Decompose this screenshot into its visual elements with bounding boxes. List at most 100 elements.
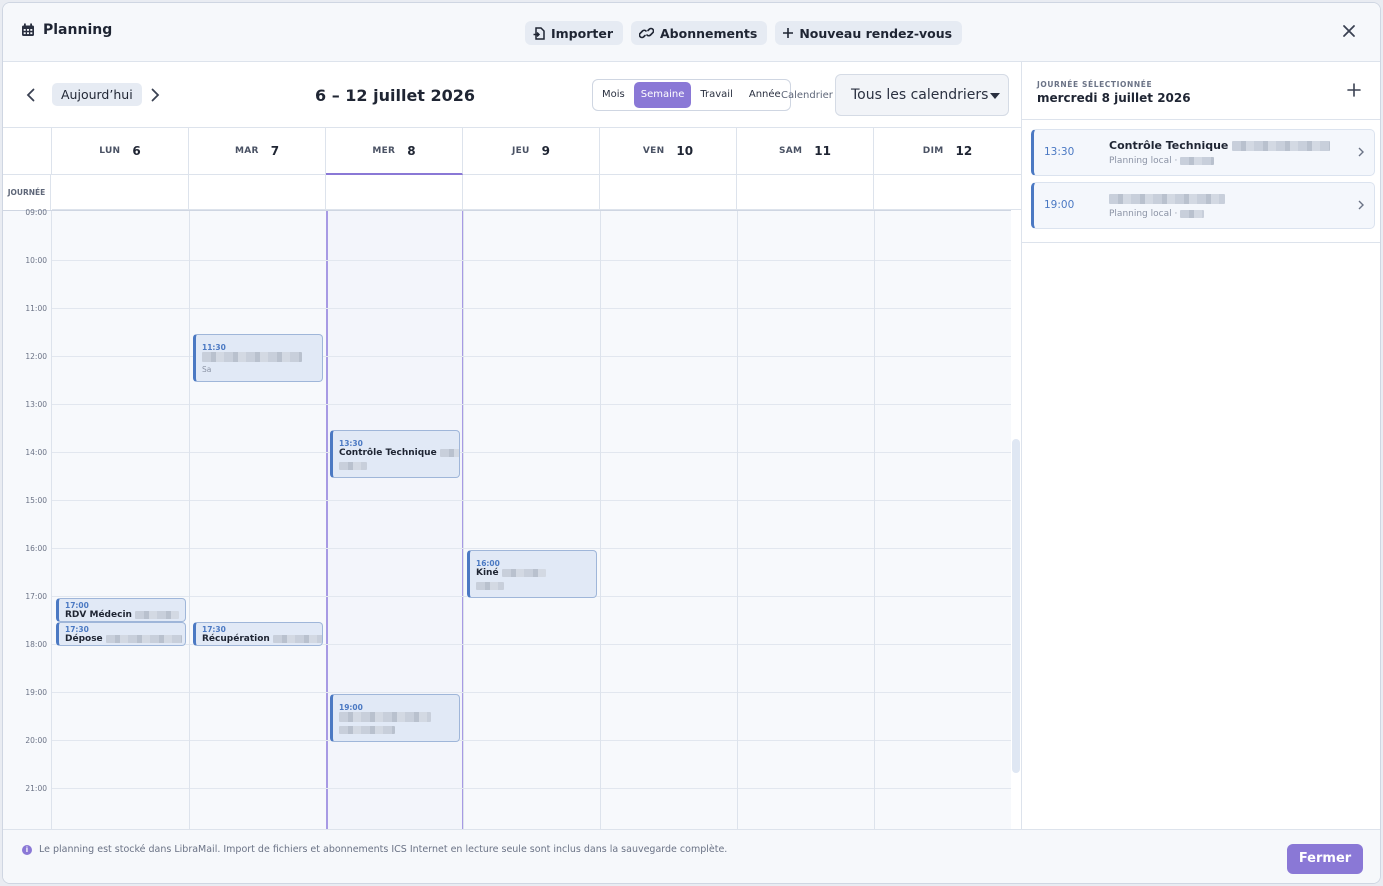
new-event-button[interactable]: Nouveau rendez-vous — [775, 21, 963, 45]
hour-line — [51, 788, 1011, 789]
subscriptions-button[interactable]: Abonnements — [631, 21, 768, 45]
event-card[interactable]: 13:30 Contrôle Technique .. — [330, 430, 460, 478]
panel-event-item[interactable]: 19:00 Planning local · — [1031, 182, 1375, 229]
day-number: 7 — [270, 144, 280, 158]
column-line — [874, 211, 875, 829]
day-name: JEU — [511, 146, 530, 156]
redacted-text — [202, 352, 302, 362]
hour-label: 12:00 — [25, 352, 47, 361]
allday-label: JOURNÉE — [3, 175, 51, 210]
day-header-fri[interactable]: VEN 10 — [600, 128, 737, 175]
event-title: Contrôle Technique .. — [339, 448, 459, 458]
event-title: Contrôle Technique — [1109, 139, 1331, 152]
redacted-text — [339, 462, 367, 470]
event-title: Kiné — [476, 568, 546, 578]
footer-info-text: Le planning est stocké dans LibraMail. I… — [39, 844, 728, 855]
day-number: 10 — [676, 144, 694, 158]
allday-cell[interactable] — [600, 175, 737, 210]
day-header-thu[interactable]: JEU 9 — [463, 128, 600, 175]
import-button[interactable]: Importer — [525, 21, 623, 45]
date-range-title: 6 – 12 juillet 2026 — [315, 86, 476, 105]
event-time: 16:00 — [476, 559, 500, 568]
allday-cell[interactable] — [463, 175, 600, 210]
hour-line — [51, 740, 1011, 741]
calendar-filter-value: Tous les calendriers — [851, 87, 989, 103]
day-header-tue[interactable]: MAR 7 — [189, 128, 326, 175]
allday-cell[interactable] — [189, 175, 326, 210]
hour-label: 11:00 — [25, 304, 47, 313]
day-header-mon[interactable]: LUN 6 — [52, 128, 189, 175]
event-title — [1109, 192, 1225, 205]
redacted-text — [439, 448, 459, 457]
day-name: MAR — [234, 146, 259, 156]
day-number: 8 — [407, 143, 416, 158]
day-number: 9 — [541, 144, 551, 158]
allday-cell[interactable] — [737, 175, 874, 210]
event-card[interactable]: 11:30 Sa — [193, 334, 323, 382]
event-title: Dépose — [65, 634, 182, 644]
allday-cell[interactable] — [874, 175, 1021, 210]
close-icon[interactable] — [1340, 22, 1358, 40]
calendar-filter-select[interactable]: Tous les calendriers — [835, 74, 1009, 116]
planning-dialog: Planning Importer Abonnements Nouveau re… — [2, 2, 1381, 884]
day-number: 12 — [955, 144, 973, 158]
panel-label: JOURNÉE SÉLECTIONNÉE — [1037, 80, 1153, 89]
chevron-left-icon[interactable] — [23, 87, 39, 103]
day-name: VEN — [642, 146, 665, 156]
caret-down-icon — [990, 93, 1000, 99]
day-header-sat[interactable]: SAM 11 — [737, 128, 874, 175]
plus-icon — [783, 28, 794, 38]
event-title: Récupération — [202, 634, 322, 644]
column-line — [189, 211, 190, 829]
chevron-right-icon[interactable] — [147, 87, 163, 103]
event-card[interactable]: 17:30 Récupération — [193, 622, 323, 646]
panel-event-list: 13:30 Contrôle Technique Planning local … — [1022, 120, 1380, 243]
hour-line — [51, 692, 1011, 693]
allday-cell[interactable] — [52, 175, 189, 210]
redacted-text — [476, 582, 504, 590]
allday-cell[interactable] — [326, 175, 463, 210]
column-line — [600, 211, 601, 829]
hour-label: 20:00 — [25, 736, 47, 745]
time-grid[interactable]: 09:00 10:00 11:00 12:00 13:00 14:00 15:0… — [3, 208, 1011, 829]
hour-label: 10:00 — [25, 256, 47, 265]
redacted-text — [339, 712, 431, 722]
file-import-icon — [533, 26, 545, 40]
view-switcher: Mois Semaine Travail Année — [592, 79, 791, 111]
dialog-footer: i Le planning est stocké dans LibraMail.… — [3, 829, 1380, 883]
close-button[interactable]: Fermer — [1287, 844, 1363, 874]
event-subtitle — [476, 581, 504, 590]
redacted-text — [105, 634, 182, 643]
event-title — [339, 712, 431, 723]
hour-label: 19:00 — [25, 688, 47, 697]
hour-label: 18:00 — [25, 640, 47, 649]
event-subtitle — [339, 461, 367, 470]
redacted-text — [272, 634, 322, 643]
redacted-text — [501, 568, 546, 577]
footer-info: i Le planning est stocké dans LibraMail.… — [22, 844, 727, 855]
grid-scrollbar[interactable] — [1012, 439, 1020, 773]
event-card[interactable]: 17:00 RDV Médecin — [56, 598, 186, 622]
event-time: 17:00 — [65, 601, 89, 610]
redacted-text — [135, 610, 180, 619]
today-button[interactable]: Aujourd’hui — [52, 83, 142, 106]
event-card[interactable]: 16:00 Kiné — [467, 550, 597, 598]
view-week[interactable]: Semaine — [633, 82, 692, 108]
event-subtitle: Sa — [202, 365, 212, 374]
day-name: LUN — [99, 146, 121, 156]
panel-event-item[interactable]: 13:30 Contrôle Technique Planning local … — [1031, 129, 1375, 176]
day-header-wed[interactable]: MER 8 — [326, 128, 463, 175]
event-time: 11:30 — [202, 343, 226, 352]
event-card[interactable]: 17:30 Dépose — [56, 622, 186, 646]
plus-icon[interactable] — [1346, 82, 1362, 98]
view-month[interactable]: Mois — [595, 82, 632, 108]
event-card[interactable]: 19:00 — [330, 694, 460, 742]
new-event-button-label: Nouveau rendez-vous — [799, 25, 953, 41]
hour-label: 13:00 — [25, 400, 47, 409]
view-workweek[interactable]: Travail — [693, 82, 739, 108]
calendar-toolbar: Aujourd’hui 6 – 12 juillet 2026 Mois Sem… — [3, 62, 1021, 128]
redacted-text — [1180, 209, 1205, 218]
event-time: 13:30 — [339, 439, 363, 448]
event-time: 19:00 — [1044, 199, 1075, 211]
day-header-sun[interactable]: DIM 12 — [874, 128, 1021, 175]
